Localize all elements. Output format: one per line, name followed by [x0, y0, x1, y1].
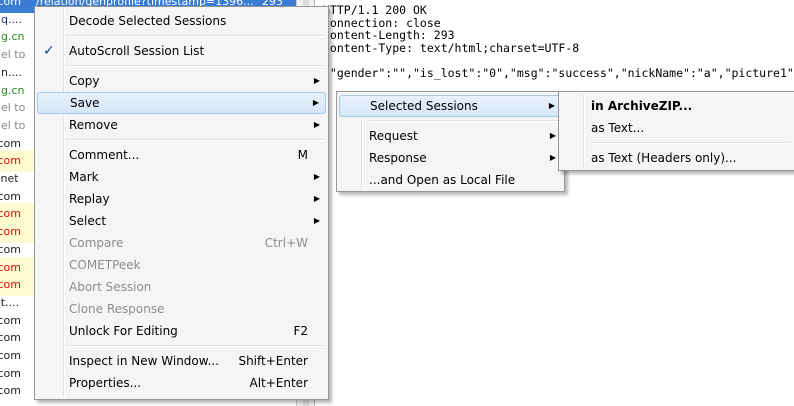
menu-item-copy[interactable]: Copy ▶	[37, 70, 326, 92]
menu-item-label: Response	[369, 151, 427, 165]
save-submenu: Selected Sessions ▶ Request ▶ Response ▶ ...an…	[336, 91, 565, 192]
menu-item-shortcut: M	[297, 148, 308, 162]
submenu-arrow-icon: ▶	[313, 76, 320, 85]
menu-item-label: Properties...	[69, 376, 142, 390]
menu-item-shortcut: Shift+Enter	[238, 354, 308, 368]
menu-item-label: Clone Response	[69, 302, 165, 316]
submenu-arrow-icon: ▶	[313, 172, 320, 181]
menu-item-label: ...and Open as Local File	[369, 173, 516, 187]
menu-item-label: Inspect in New Window...	[69, 354, 219, 368]
selected-sessions-item-as-text[interactable]: as Text...	[561, 117, 792, 139]
submenu-arrow-icon: ▶	[313, 194, 320, 203]
menu-item-inspect-in-new-window[interactable]: Inspect in New Window... Shift+Enter	[37, 350, 326, 372]
menu-item-shortcut: Alt+Enter	[249, 376, 308, 390]
menu-item-label: Mark	[69, 170, 99, 184]
menu-item-autoscroll-session-list[interactable]: ✓ AutoScroll Session List	[37, 40, 326, 62]
menu-item-label: Compare	[69, 236, 124, 250]
menu-item-properties[interactable]: Properties... Alt+Enter	[37, 372, 326, 394]
menu-item-label: Remove	[69, 118, 118, 132]
save-menu-item-request[interactable]: Request ▶	[339, 125, 562, 147]
menu-item-label: Save	[70, 96, 100, 110]
menu-item-label: Decode Selected Sessions	[69, 14, 227, 28]
save-menu-item-and-open-as-local-file[interactable]: ...and Open as Local File	[339, 169, 562, 191]
menu-separator	[369, 120, 560, 122]
menu-item-clone-response[interactable]: Clone Response	[37, 298, 326, 320]
submenu-arrow-icon: ▶	[548, 101, 555, 110]
menu-item-label: AutoScroll Session List	[69, 44, 205, 58]
save-menu-item-selected-sessions[interactable]: Selected Sessions ▶	[339, 95, 562, 117]
menu-separator	[67, 35, 324, 37]
menu-item-label: COMETPeek	[69, 258, 141, 272]
menu-item-compare[interactable]: Compare Ctrl+W	[37, 232, 326, 254]
menu-item-unlock-for-editing[interactable]: Unlock For Editing F2	[37, 320, 326, 342]
menu-item-label: as Text...	[591, 121, 645, 135]
menu-separator	[67, 65, 324, 67]
response-line: Content-Length: 293	[323, 28, 455, 42]
menu-item-label: Replay	[69, 192, 110, 206]
menu-item-label: Abort Session	[69, 280, 152, 294]
menu-item-label: in ArchiveZIP...	[591, 99, 693, 113]
menu-item-cometpeek[interactable]: COMETPeek	[37, 254, 326, 276]
submenu-arrow-icon: ▶	[549, 131, 556, 140]
menu-item-shortcut: F2	[293, 324, 308, 338]
response-line	[323, 54, 794, 67]
response-line: {"gender":"","is_lost":"0","msg":"succes…	[323, 65, 794, 80]
menu-item-label: Unlock For Editing	[69, 324, 178, 338]
menu-item-label: Copy	[69, 74, 100, 88]
submenu-arrow-icon: ▶	[312, 98, 319, 107]
selected-sessions-item-as-text-headers-only[interactable]: as Text (Headers only)...	[561, 147, 792, 169]
menu-separator	[591, 142, 790, 144]
save-menu-item-response[interactable]: Response ▶	[339, 147, 562, 169]
menu-item-label: Selected Sessions	[370, 99, 478, 113]
menu-item-abort-session[interactable]: Abort Session	[37, 276, 326, 298]
menu-item-mark[interactable]: Mark ▶	[37, 166, 326, 188]
submenu-arrow-icon: ▶	[549, 153, 556, 162]
menu-item-label: Comment...	[69, 148, 140, 162]
session-host: .com	[0, 384, 21, 398]
selected-sessions-item-in-archivezip[interactable]: in ArchiveZIP...	[561, 95, 792, 117]
check-icon: ✓	[43, 43, 55, 59]
menu-item-label: as Text (Headers only)...	[591, 151, 737, 165]
session-context-menu: Decode Selected Sessions ✓ AutoScroll Sess…	[34, 6, 329, 400]
menu-separator	[67, 139, 324, 141]
submenu-arrow-icon: ▶	[313, 216, 320, 225]
menu-item-select[interactable]: Select ▶	[37, 210, 326, 232]
response-line: Content-Type: text/html;charset=UTF-8	[323, 40, 580, 55]
menu-item-label: Select	[69, 214, 107, 228]
menu-item-shortcut: Ctrl+W	[264, 236, 308, 250]
menu-item-replay[interactable]: Replay ▶	[37, 188, 326, 210]
submenu-arrow-icon: ▶	[313, 120, 320, 129]
response-text: HTTP/1.1 200 OK Connection: close Content-…	[323, 4, 794, 79]
response-text-pane[interactable]: HTTP/1.1 200 OK Connection: close Content-…	[314, 0, 794, 406]
selected-sessions-submenu: in ArchiveZIP... as Text... as Text (Heade…	[558, 91, 794, 171]
menu-item-decode-selected-sessions[interactable]: Decode Selected Sessions	[37, 10, 326, 32]
menu-separator	[67, 345, 324, 347]
menu-item-label: Request	[369, 129, 418, 143]
response-line: HTTP/1.1 200 OK	[323, 3, 427, 17]
menu-item-save[interactable]: Save ▶	[37, 92, 326, 114]
menu-item-comment[interactable]: Comment... M	[37, 144, 326, 166]
menu-item-remove[interactable]: Remove ▶	[37, 114, 326, 136]
